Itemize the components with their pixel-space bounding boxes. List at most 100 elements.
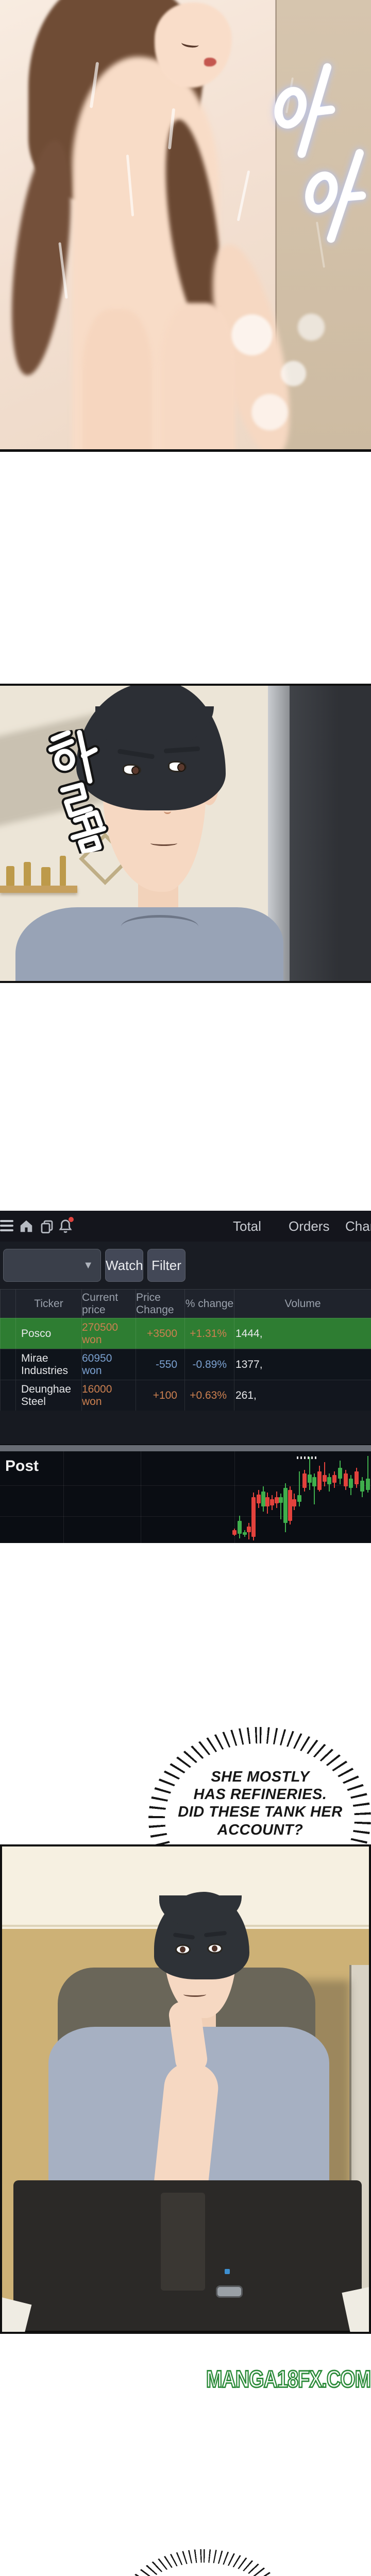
header-price-change: Price Change bbox=[136, 1289, 184, 1318]
candle-body bbox=[292, 1499, 296, 1506]
cell-volume: 1444, bbox=[234, 1318, 371, 1349]
cell-volume: 261, bbox=[234, 1380, 371, 1411]
figure-leg bbox=[82, 309, 152, 452]
candle-body bbox=[323, 1475, 327, 1481]
man-eye bbox=[168, 761, 187, 772]
tab-chart[interactable]: Chart bbox=[345, 1211, 371, 1242]
site-watermark: MANGA18FX.COM bbox=[206, 2366, 370, 2393]
header-pct-change: % change bbox=[184, 1289, 234, 1318]
table-header-row: Ticker Current price Price Change % chan… bbox=[0, 1289, 371, 1318]
candle-body bbox=[243, 1532, 247, 1535]
candlestick-chart[interactable]: Post bbox=[0, 1451, 371, 1543]
candle-body bbox=[302, 1473, 307, 1488]
filter-button[interactable]: Filter bbox=[147, 1249, 185, 1282]
man-pupil bbox=[131, 766, 140, 775]
candle-body bbox=[360, 1481, 364, 1492]
trophy bbox=[24, 862, 31, 886]
man-eye bbox=[123, 764, 141, 775]
cell-ticker: Deunghae Steel bbox=[15, 1380, 81, 1411]
grid-line bbox=[63, 1451, 64, 1543]
man-pupil bbox=[212, 1945, 217, 1952]
tab-orders[interactable]: Orders bbox=[289, 1211, 329, 1242]
candle-wick bbox=[309, 1457, 310, 1490]
app-toolbar: ▼ Watch Filter bbox=[0, 1242, 371, 1289]
price-level-dashes bbox=[297, 1456, 317, 1459]
candle-body bbox=[355, 1471, 359, 1484]
man-pupil bbox=[180, 1946, 185, 1953]
home-icon[interactable] bbox=[19, 1218, 34, 1234]
panel-thinking-artwork bbox=[0, 1844, 371, 2334]
cell-volume: 1377, bbox=[234, 1349, 371, 1380]
man-pupil bbox=[177, 763, 185, 772]
cell-price: 16000 won bbox=[81, 1380, 136, 1411]
candle-body bbox=[288, 1490, 292, 1521]
cell-change: -550 bbox=[136, 1349, 184, 1380]
candle-body bbox=[317, 1471, 322, 1490]
tab-total[interactable]: Total bbox=[233, 1211, 261, 1242]
candle-body bbox=[338, 1468, 342, 1479]
candle-body bbox=[232, 1530, 237, 1535]
header-volume: Volume bbox=[234, 1289, 371, 1318]
man-mouth bbox=[150, 840, 177, 846]
menu-icon[interactable] bbox=[0, 1220, 13, 1232]
vga-connector bbox=[216, 2285, 243, 2298]
copy-icon[interactable] bbox=[39, 1218, 55, 1234]
cell-pct: +0.63% bbox=[184, 1380, 234, 1411]
water-streak bbox=[237, 171, 250, 222]
trading-app-screenshot: Total Orders Chart ▼ Watch Filter Ticker… bbox=[0, 1211, 371, 1543]
candle-wick bbox=[324, 1462, 325, 1486]
table-row-deunghae[interactable]: Deunghae Steel 16000 won +100 +0.63% 261… bbox=[0, 1380, 371, 1411]
bubble-line: SHE MOSTLY bbox=[165, 1768, 356, 1786]
candle-body bbox=[247, 1527, 251, 1532]
next-bubble-burst-partial bbox=[116, 2549, 291, 2576]
watch-button[interactable]: Watch bbox=[105, 1249, 143, 1282]
candle-body bbox=[332, 1475, 336, 1482]
candle-body bbox=[270, 1499, 274, 1505]
man-mouth bbox=[183, 1992, 206, 1997]
bubble-line: HAS REFINERIES. bbox=[165, 1786, 356, 1803]
grid-line bbox=[0, 1516, 371, 1517]
man-nose bbox=[164, 808, 171, 814]
trophy bbox=[6, 866, 14, 886]
manhwa-page: Total Orders Chart ▼ Watch Filter Ticker… bbox=[0, 0, 371, 2576]
cell-ticker: Posco bbox=[15, 1318, 81, 1349]
candle-body bbox=[265, 1497, 269, 1506]
candle-body bbox=[238, 1521, 242, 1534]
candle-body bbox=[297, 1495, 301, 1501]
notification-dot bbox=[69, 1217, 74, 1222]
table-row-mirae[interactable]: Mirae Industries 60950 won -550 -0.89% 1… bbox=[0, 1349, 371, 1380]
candle-body bbox=[308, 1475, 312, 1483]
stocklist-dropdown[interactable]: ▼ bbox=[3, 1249, 101, 1282]
trophy bbox=[41, 867, 50, 886]
candle-body bbox=[275, 1497, 279, 1503]
candle-body bbox=[366, 1479, 370, 1489]
monitor-back bbox=[290, 686, 371, 981]
header-current-price: Current price bbox=[81, 1289, 136, 1318]
next-bubble-partial bbox=[129, 2563, 278, 2576]
bubble-line: ACCOUNT? bbox=[165, 1821, 356, 1839]
cell-change: +3500 bbox=[136, 1318, 184, 1349]
candle-body bbox=[279, 1497, 283, 1503]
header-spacer bbox=[0, 1289, 15, 1318]
shirt-collar bbox=[121, 915, 198, 938]
post-label[interactable]: Post bbox=[5, 1458, 39, 1475]
cell-pct: -0.89% bbox=[184, 1349, 234, 1380]
usb-port bbox=[225, 2269, 230, 2274]
table-row-posco[interactable]: Posco 270500 won +3500 +1.31% 1444, bbox=[0, 1318, 371, 1349]
header-ticker: Ticker bbox=[15, 1289, 81, 1318]
candle-body bbox=[327, 1477, 331, 1484]
chevron-down-icon: ▼ bbox=[83, 1260, 93, 1272]
stock-table: Ticker Current price Price Change % chan… bbox=[0, 1289, 371, 1411]
candle-body bbox=[257, 1495, 261, 1504]
water-splash bbox=[216, 289, 335, 443]
speech-bubble-text: SHE MOSTLY HAS REFINERIES. DID THESE TAN… bbox=[165, 1768, 356, 1839]
cell-pct: +1.31% bbox=[184, 1318, 234, 1349]
cell-change: +100 bbox=[136, 1380, 184, 1411]
panel-glance-artwork bbox=[0, 684, 371, 983]
trophy bbox=[60, 856, 66, 886]
panel-shower-artwork bbox=[0, 0, 371, 452]
candle-body bbox=[283, 1488, 288, 1523]
candle-body bbox=[344, 1473, 348, 1486]
man-eye bbox=[207, 1943, 223, 1954]
figure-hair-strand bbox=[1, 137, 81, 379]
